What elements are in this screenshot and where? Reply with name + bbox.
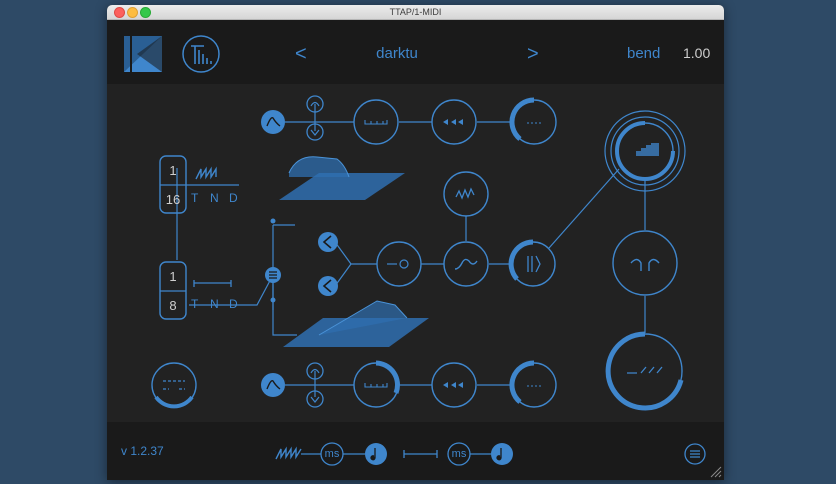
param-value[interactable]: 1.00 <box>683 45 710 61</box>
sync-2-mode-t[interactable]: T <box>191 297 198 311</box>
preset-name[interactable]: darktu <box>347 45 447 62</box>
param-label: bend <box>627 45 661 62</box>
signal-flow-graph <box>124 35 722 478</box>
sync-1-denominator[interactable]: 16 <box>160 192 186 207</box>
sync-1-mode-n[interactable]: N <box>210 191 219 205</box>
sync-2-mode-n[interactable]: N <box>210 297 219 311</box>
sync-1-mode-t[interactable]: T <box>191 191 198 205</box>
footer-note-toggle-2[interactable] <box>491 443 513 465</box>
resize-grip-icon[interactable] <box>710 466 722 478</box>
bottom-envelope-node[interactable] <box>261 373 285 397</box>
dynamics-node[interactable] <box>612 230 678 296</box>
sync-1-numerator[interactable]: 1 <box>160 163 186 178</box>
upper-waveform-display <box>279 156 405 200</box>
top-envelope-node[interactable] <box>261 110 285 134</box>
tap-mode-icon[interactable] <box>182 35 220 73</box>
pan-node[interactable] <box>376 241 422 287</box>
sync-2-denominator[interactable]: 8 <box>160 298 186 313</box>
saw-wave-icon <box>195 166 217 180</box>
middle-wires <box>176 168 646 336</box>
prev-preset-button[interactable]: < <box>295 44 307 64</box>
sync-1-mode-d[interactable]: D <box>229 191 238 205</box>
sync-2-numerator[interactable]: 1 <box>160 269 186 284</box>
next-preset-button[interactable]: > <box>527 44 539 64</box>
top-delay-node[interactable] <box>353 99 399 145</box>
ms-label-2: ms <box>451 448 467 460</box>
modulation-node[interactable] <box>443 171 489 217</box>
brand-logo-icon <box>124 36 162 72</box>
interval-icon <box>193 280 232 287</box>
sync-2-mode-d[interactable]: D <box>229 297 238 311</box>
top-chain-wires <box>285 104 512 131</box>
footer-interval-icon <box>403 450 438 458</box>
filter-node[interactable] <box>443 241 489 287</box>
plugin-window: TTAP/1-MIDI < darktu > bend 1.00 1 16 T … <box>107 5 724 480</box>
version-label: v 1.2.37 <box>121 444 164 458</box>
upper-select-node[interactable] <box>318 232 338 252</box>
output-level-node[interactable] <box>604 110 686 192</box>
lower-select-node[interactable] <box>318 276 338 296</box>
footer-saw-icon <box>275 446 302 460</box>
lower-waveform-display <box>283 300 429 347</box>
footer-note-toggle-1[interactable] <box>365 443 387 465</box>
ms-label-1: ms <box>324 448 340 460</box>
